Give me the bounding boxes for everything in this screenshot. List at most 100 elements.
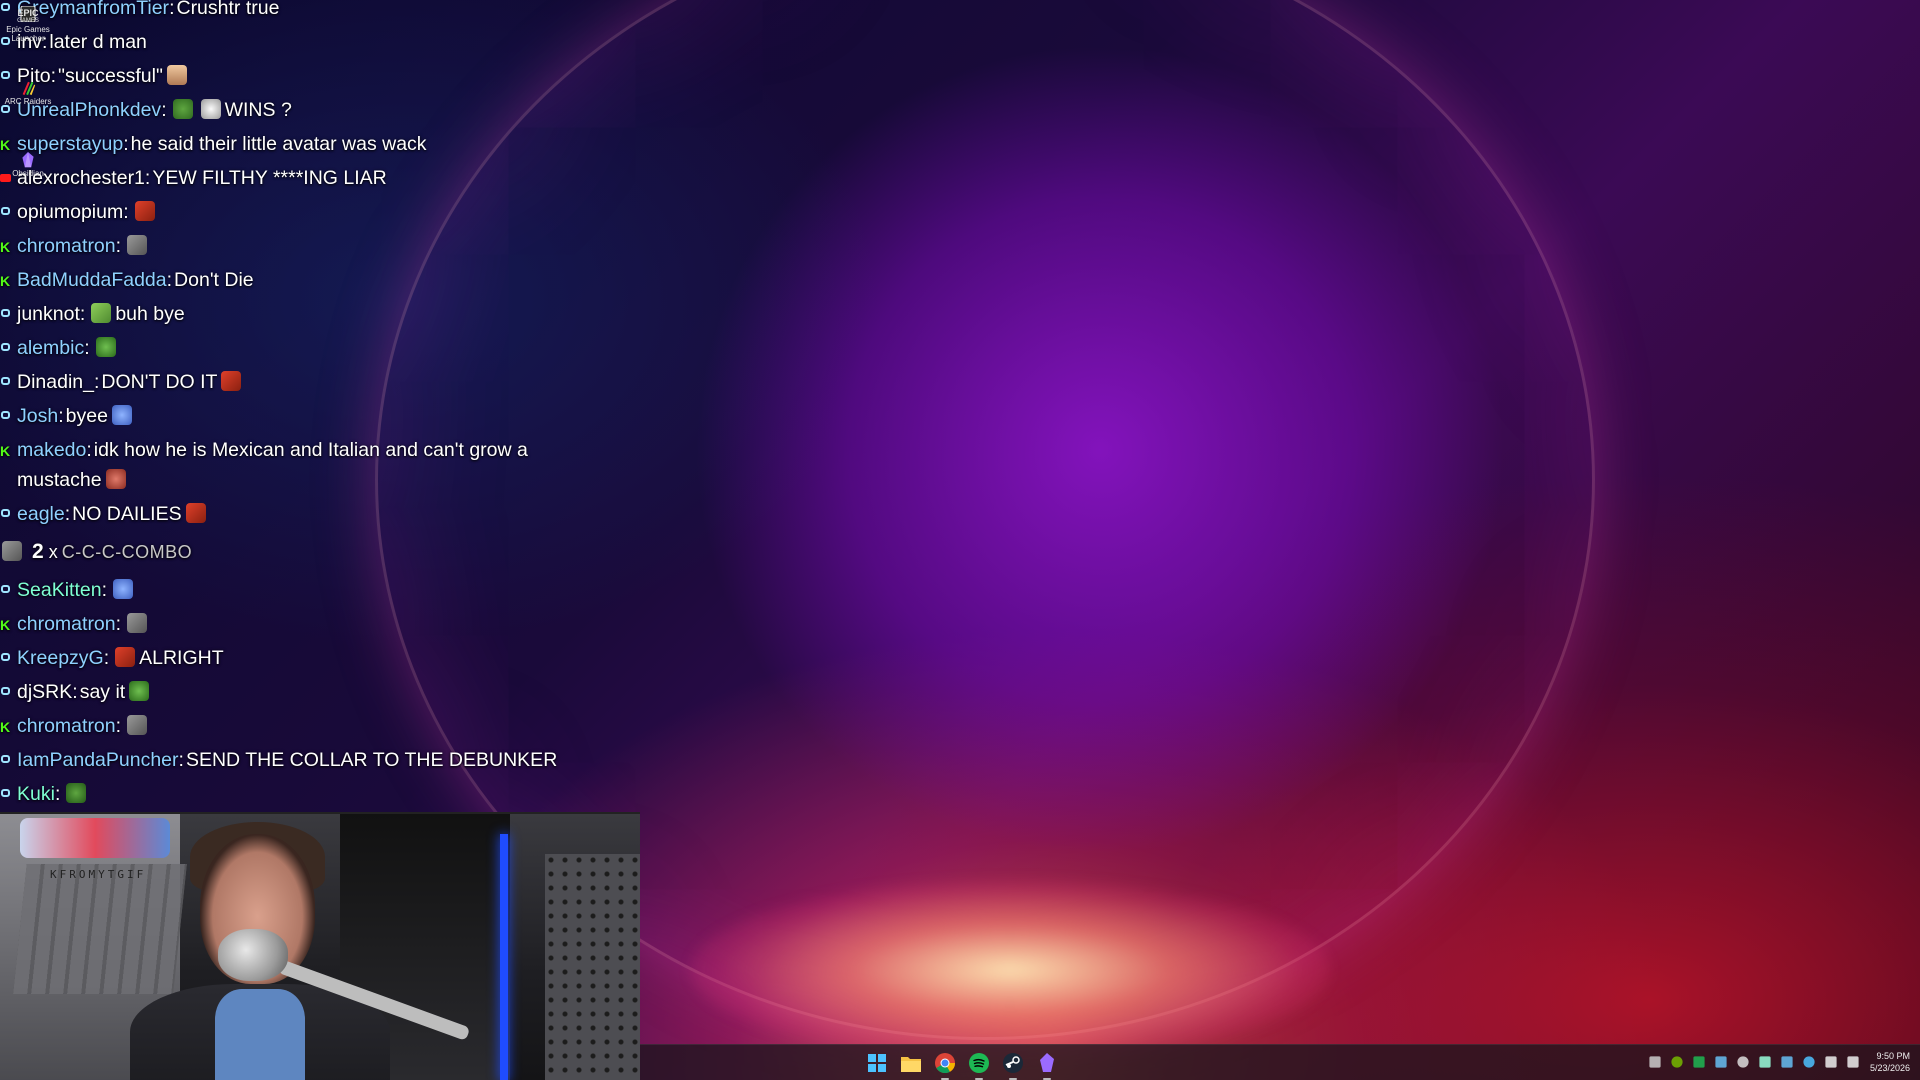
arc-raiders-icon	[22, 81, 36, 96]
epic-games-label-4: Launcher	[11, 34, 45, 43]
chat-username[interactable]: chromatron	[17, 715, 116, 737]
refresh-icon[interactable]	[1737, 1056, 1749, 1068]
chat-message-text: WINS ?	[224, 99, 292, 121]
chat-separator: :	[93, 371, 100, 393]
chat-username[interactable]: Josh	[17, 405, 58, 427]
microphone	[218, 929, 288, 981]
chat-message-text: say it	[79, 681, 126, 703]
file-explorer-button[interactable]	[899, 1051, 923, 1075]
blue-face-emote	[111, 405, 132, 425]
chat-message: djSRK: say it	[0, 675, 600, 709]
chat-message: UnrealPhonkdev: WINS ?	[0, 93, 600, 127]
chat-message: chromatron:	[0, 607, 600, 642]
webcam-led-strip	[500, 834, 508, 1080]
chat-separator: :	[166, 269, 173, 291]
chat-username[interactable]: chromatron	[17, 235, 116, 257]
chat-message-text: SEND THE COLLAR TO THE DEBUNKER	[185, 749, 558, 771]
chat-username[interactable]: eagle	[17, 503, 65, 525]
chat-message: Kuki:	[0, 777, 600, 811]
chat-message-text: he said their little avatar was wack	[130, 133, 427, 155]
obsidian-taskbar-button[interactable]	[1035, 1051, 1059, 1080]
chat-username[interactable]: IamPandaPuncher	[17, 749, 179, 771]
bluetooth-icon[interactable]	[1803, 1056, 1815, 1068]
system-clock[interactable]: 9:50 PM 5/23/2026	[1862, 1050, 1910, 1074]
chat-username[interactable]: alembic	[17, 337, 84, 359]
network-icon[interactable]	[1825, 1056, 1837, 1068]
epic-games-label-2: GAMES	[17, 18, 39, 24]
gun-emote	[127, 613, 148, 633]
chat-username[interactable]: djSRK	[17, 681, 72, 703]
kick-platform-icon	[0, 230, 12, 264]
volume-icon[interactable]	[1847, 1056, 1859, 1068]
chrome-icon	[935, 1053, 955, 1073]
taskbar: 9:50 PM 5/23/2026	[640, 1044, 1920, 1080]
chat-separator: :	[169, 0, 175, 19]
chat-message: alexrochester1: YEW FILTHY ****ING LIAR	[0, 161, 600, 195]
streamer-shirt	[215, 989, 305, 1080]
chat-username[interactable]: junknot	[17, 303, 80, 325]
pepe-emote	[129, 681, 150, 701]
chat-message: BadMuddaFadda:Don't Die	[0, 263, 600, 298]
twitch-platform-icon	[0, 377, 12, 387]
chat-message: GreymanfromTier: Crushtr true	[0, 0, 600, 25]
system-tray	[1648, 1055, 1860, 1069]
webcam-feed: KFROMYTGIF	[0, 812, 640, 1080]
arc-raiders-shortcut[interactable]: ARC Raiders	[2, 80, 54, 106]
hammer-emote	[221, 371, 242, 391]
clock-date: 5/23/2026	[1869, 1063, 1910, 1073]
obsidian-icon	[22, 152, 34, 168]
steam-button[interactable]	[1001, 1051, 1025, 1080]
security-icon[interactable]	[1759, 1056, 1771, 1068]
mustache-emote	[105, 469, 126, 489]
chat-username[interactable]: KreepzyG	[17, 647, 104, 669]
spotify-tray-icon[interactable]	[1693, 1056, 1705, 1068]
kick-platform-icon	[0, 264, 12, 298]
chat-overlay: GreymanfromTier: Crushtr true inv: later d …	[0, 0, 600, 811]
chat-separator: :	[161, 99, 167, 121]
chat-username[interactable]: chromatron	[17, 613, 116, 635]
chat-separator: :	[103, 647, 110, 669]
clock-time: 9:50 PM	[1876, 1051, 1910, 1061]
chat-message: chromatron:	[0, 709, 600, 744]
chat-separator: :	[115, 235, 122, 257]
webcam-keyboard-text: KFROMYTGIF	[50, 868, 147, 881]
chat-message-text: Crushtr true	[176, 0, 280, 19]
steam-icon[interactable]	[1781, 1056, 1793, 1068]
chat-separator: :	[115, 715, 122, 737]
chat-username[interactable]: makedo	[17, 439, 86, 461]
twitch-platform-icon	[0, 687, 12, 697]
small-frog-emote	[66, 783, 87, 803]
start-button[interactable]	[865, 1051, 889, 1075]
chat-username[interactable]: Kuki	[17, 783, 55, 805]
nvidia-icon[interactable]	[1671, 1056, 1683, 1068]
combo-banner: 2 x C-C-C-COMBO	[0, 531, 600, 573]
taskbar-apps	[865, 1051, 1059, 1080]
chat-message: IamPandaPuncher: SEND THE COLLAR TO THE D…	[0, 743, 600, 777]
obsidian-shortcut[interactable]: Obsidian	[2, 152, 54, 178]
chat-message: eagle: NO DAILIES	[0, 497, 600, 531]
webcam-pegboard	[545, 854, 640, 1080]
frog-emote	[172, 99, 193, 119]
spotify-button[interactable]	[967, 1051, 991, 1080]
wallpaper-glow	[690, 880, 1330, 1060]
chat-message: inv: later d man	[0, 25, 600, 59]
epic-games-launcher-shortcut[interactable]: EPIC GAMES Epic Games Launcher	[2, 6, 54, 43]
chat-username[interactable]: opiumopium	[17, 201, 123, 223]
chat-message: SeaKitten:	[0, 573, 600, 607]
chat-separator: :	[123, 133, 129, 155]
steam-tray-icon[interactable]	[1715, 1056, 1727, 1068]
chat-username[interactable]: Dinadin_	[17, 371, 94, 393]
gun-emote	[127, 715, 148, 735]
chat-message: chromatron:	[0, 229, 600, 264]
chrome-button[interactable]	[933, 1051, 957, 1080]
chat-separator: :	[54, 783, 61, 805]
chat-separator: :	[178, 749, 184, 771]
combo-text: C-C-C-COMBO	[61, 542, 193, 562]
file-explorer-icon	[901, 1057, 921, 1072]
chat-username[interactable]: SeaKitten	[17, 579, 102, 601]
chevron-up-icon[interactable]	[1649, 1056, 1661, 1068]
chat-username[interactable]: BadMuddaFadda	[17, 269, 167, 291]
chat-message-text: DON'T DO IT	[101, 371, 218, 393]
twitch-platform-icon	[0, 653, 12, 663]
combo-multiplier: x	[43, 542, 58, 562]
